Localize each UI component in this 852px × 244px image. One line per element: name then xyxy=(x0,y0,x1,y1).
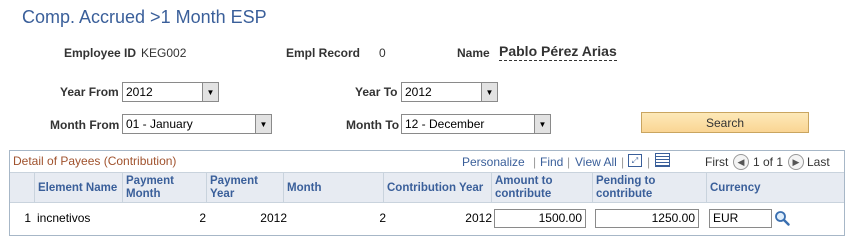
nav-separator: | xyxy=(647,155,651,169)
nav-separator: | xyxy=(533,155,537,169)
zoom-icon[interactable]: ⤢ xyxy=(628,154,642,167)
chevron-down-icon: ▼ xyxy=(534,115,550,133)
payment-year-cell: 2012 xyxy=(260,211,287,225)
chevron-down-icon: ▼ xyxy=(481,83,497,101)
year-to-select[interactable]: 2012 ▼ xyxy=(401,82,498,102)
employee-id-label: Employee ID xyxy=(64,46,137,60)
column-header[interactable]: Payment Year xyxy=(206,173,283,203)
month-to-label: Month To xyxy=(346,118,400,132)
previous-arrow-icon: ◀ xyxy=(733,154,749,170)
lookup-magnifier-icon[interactable] xyxy=(774,210,790,226)
table-row: 1 incnetivos 2 2012 2 2012 1500.00 1250.… xyxy=(10,203,844,233)
payment-month-cell: 2 xyxy=(199,211,206,225)
month-from-select[interactable]: 01 - January ▼ xyxy=(122,114,272,134)
column-header-row: Element Name Payment Month Payment Year … xyxy=(10,173,844,203)
find-link[interactable]: Find xyxy=(540,155,563,169)
column-header[interactable]: Contribution Year xyxy=(383,173,491,203)
month-to-value: 12 - December xyxy=(405,117,485,131)
amount-input[interactable]: 1500.00 xyxy=(494,208,586,228)
next-arrow-icon: ▶ xyxy=(788,154,804,170)
download-spreadsheet-icon[interactable] xyxy=(655,153,670,167)
month-from-value: 01 - January xyxy=(126,117,193,131)
employee-name-value[interactable]: Pablo Pérez Arias xyxy=(499,43,617,61)
year-from-label: Year From xyxy=(60,85,119,99)
year-to-label: Year To xyxy=(355,85,398,99)
month-cell: 2 xyxy=(379,211,386,225)
row-range: 1 of 1 xyxy=(753,155,784,169)
nav-separator: | xyxy=(621,155,625,169)
column-header[interactable]: Amount to contribute xyxy=(491,173,592,203)
month-to-select[interactable]: 12 - December ▼ xyxy=(401,114,551,134)
lookup-cell xyxy=(774,203,792,233)
year-to-value: 2012 xyxy=(405,85,432,99)
personalize-link[interactable]: Personalize xyxy=(462,155,525,169)
currency-cell: EUR xyxy=(709,203,773,233)
contribution-year-cell: 2012 xyxy=(465,211,492,225)
element-name-cell: incnetivos xyxy=(37,211,91,225)
search-button[interactable]: Search xyxy=(641,112,809,133)
employee-id-value: KEG002 xyxy=(141,46,187,60)
month-from-label: Month From xyxy=(50,118,120,132)
chevron-down-icon: ▼ xyxy=(202,83,218,101)
column-header[interactable]: Element Name xyxy=(34,173,122,203)
row-number-header xyxy=(10,173,34,203)
payees-grid: Detail of Payees (Contribution) Personal… xyxy=(9,150,845,236)
column-header[interactable]: Payment Month xyxy=(122,173,206,203)
page-title: Comp. Accrued >1 Month ESP xyxy=(22,7,267,27)
empl-record-value: 0 xyxy=(379,46,386,60)
column-header[interactable]: Month xyxy=(283,173,383,203)
row-number: 1 xyxy=(24,211,31,225)
year-from-value: 2012 xyxy=(126,85,153,99)
year-from-select[interactable]: 2012 ▼ xyxy=(122,82,219,102)
column-header[interactable]: Currency xyxy=(706,173,844,203)
nav-separator: | xyxy=(567,155,571,169)
pending-cell: 1250.00 xyxy=(595,203,699,233)
amount-cell: 1500.00 xyxy=(494,203,586,233)
name-label: Name xyxy=(457,46,490,60)
empl-record-label: Empl Record xyxy=(286,46,361,60)
chevron-down-icon: ▼ xyxy=(255,115,271,133)
pending-input[interactable]: 1250.00 xyxy=(595,208,699,228)
first-label: First xyxy=(705,155,729,169)
last-label: Last xyxy=(807,155,830,169)
view-all-link[interactable]: View All xyxy=(575,155,617,169)
grid-title: Detail of Payees (Contribution) xyxy=(13,154,177,168)
currency-input[interactable]: EUR xyxy=(709,208,772,228)
grid-header: Detail of Payees (Contribution) Personal… xyxy=(10,151,844,173)
column-header[interactable]: Pending to contribute xyxy=(592,173,706,203)
